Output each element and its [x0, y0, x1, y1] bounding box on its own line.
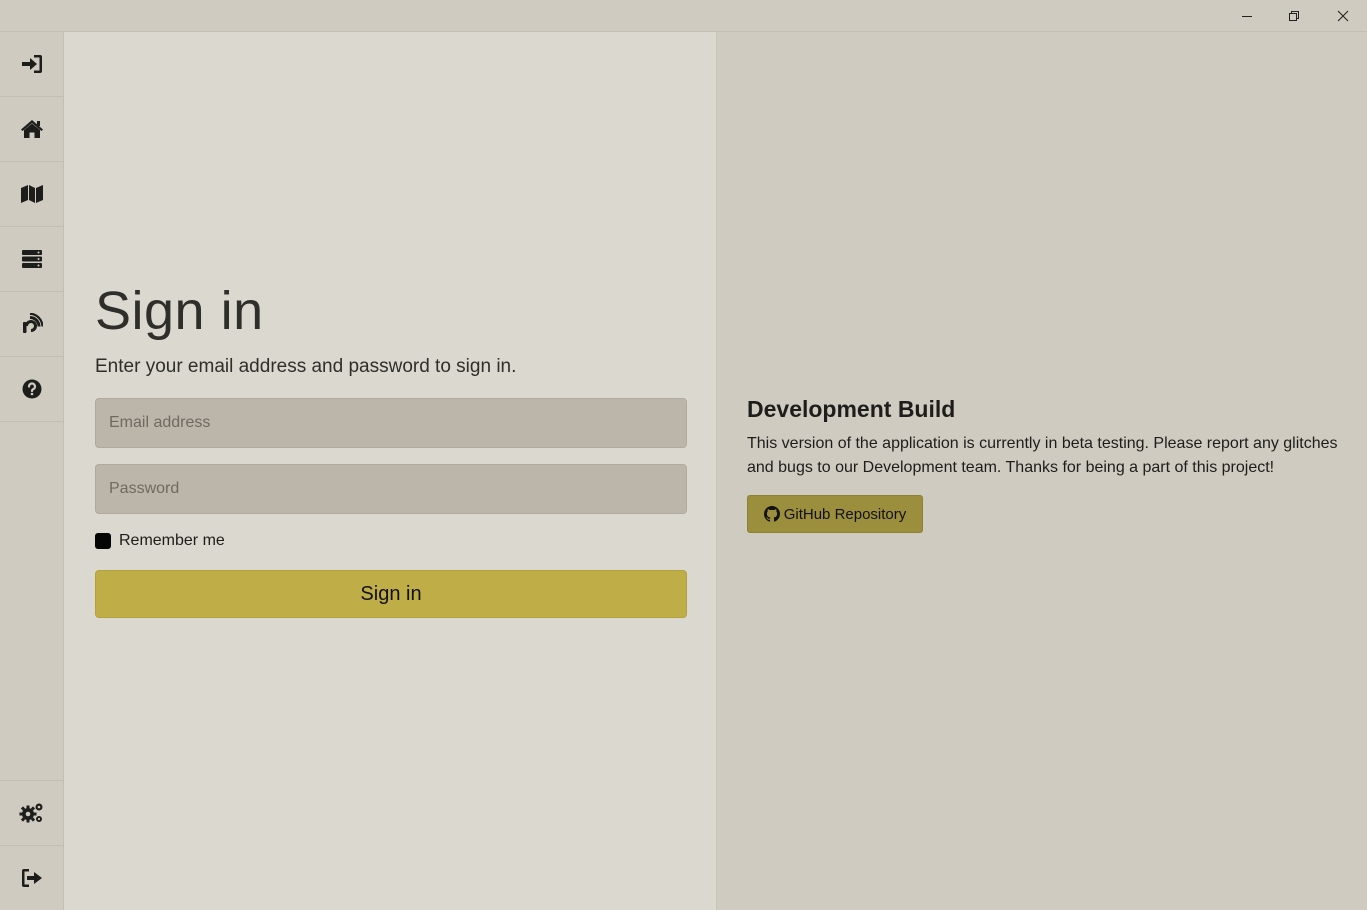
github-icon	[763, 506, 780, 522]
sidebar-item-feed[interactable]	[0, 292, 63, 357]
sidebar-item-help[interactable]	[0, 357, 63, 422]
close-button[interactable]	[1320, 0, 1366, 32]
password-field[interactable]	[95, 464, 687, 514]
info-text: This version of the application is curre…	[747, 435, 1338, 476]
restore-icon	[1289, 11, 1299, 21]
sidebar-item-settings[interactable]	[0, 780, 63, 845]
map-icon	[20, 185, 43, 203]
sign-out-icon	[21, 869, 42, 887]
page-title: Sign in	[95, 281, 264, 341]
title-bar	[0, 0, 1367, 32]
remember-me-label: Remember me	[119, 532, 225, 549]
minimize-icon	[1242, 16, 1252, 17]
sign-in-panel: Sign in Enter your email address and pas…	[64, 32, 716, 910]
sidebar	[0, 32, 64, 910]
help-icon	[22, 379, 41, 399]
home-icon	[20, 120, 43, 138]
sidebar-item-sign-out[interactable]	[0, 845, 63, 910]
feed-icon	[22, 313, 43, 333]
info-title: Development Build	[747, 396, 956, 422]
sidebar-item-servers[interactable]	[0, 227, 63, 292]
email-field[interactable]	[95, 398, 687, 448]
sign-in-icon	[21, 55, 42, 73]
github-repository-label: GitHub Repository	[783, 505, 907, 523]
settings-icon	[19, 803, 42, 823]
sign-in-button[interactable]: Sign in	[95, 570, 687, 618]
page-subtitle: Enter your email address and password to…	[95, 356, 517, 377]
restore-button[interactable]	[1271, 0, 1317, 32]
minimize-button[interactable]	[1224, 0, 1270, 32]
close-icon	[1337, 10, 1349, 22]
info-panel: Development Build This version of the ap…	[716, 32, 1367, 910]
remember-me[interactable]: Remember me	[95, 532, 225, 550]
sidebar-item-sign-in[interactable]	[0, 32, 63, 97]
sidebar-item-map[interactable]	[0, 162, 63, 227]
server-icon	[21, 250, 42, 268]
github-repository-button[interactable]: GitHub Repository	[747, 495, 923, 533]
sidebar-item-home[interactable]	[0, 97, 63, 162]
remember-me-checkbox[interactable]	[95, 533, 111, 549]
